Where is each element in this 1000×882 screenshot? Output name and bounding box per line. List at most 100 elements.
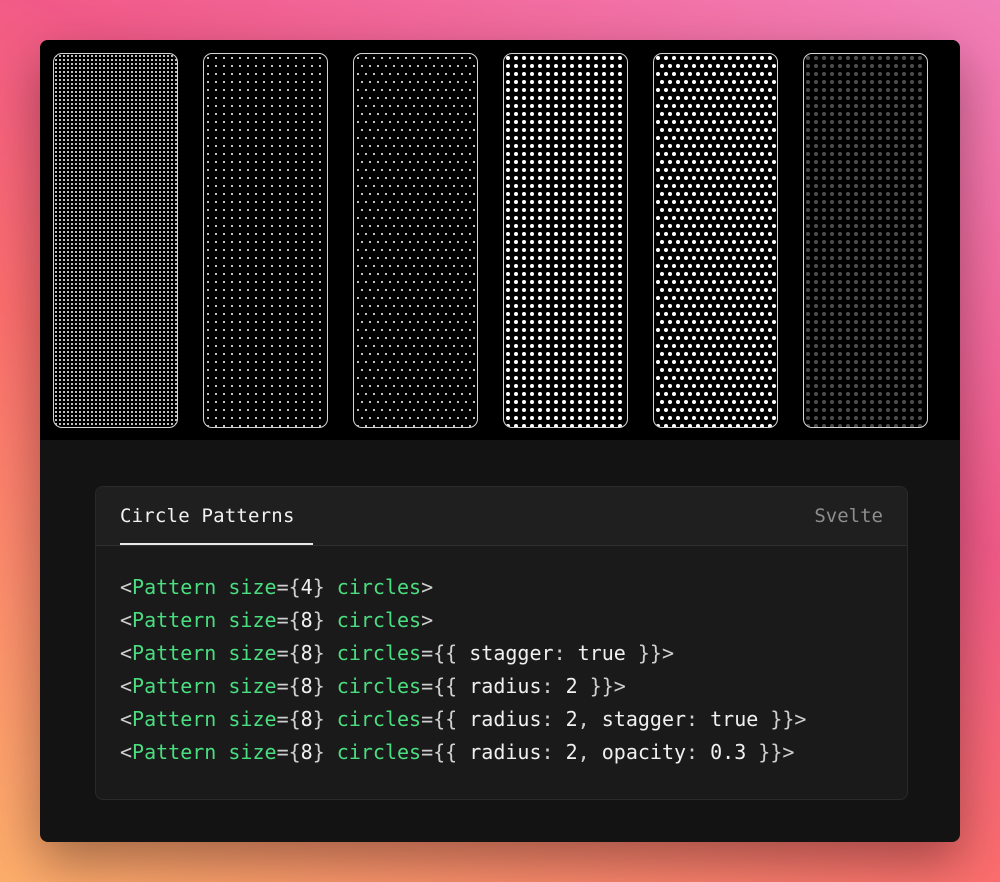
pattern-dot [319, 121, 321, 123]
pattern-dot [437, 73, 439, 75]
pattern-dot [107, 143, 109, 145]
pattern-dot [389, 313, 391, 315]
pattern-dot [119, 415, 121, 417]
pattern-dot [151, 227, 153, 229]
pattern-dot [554, 112, 558, 116]
pattern-dot [594, 72, 598, 76]
pattern-dot [135, 343, 137, 345]
pattern-dot [147, 159, 149, 161]
pattern-dot [55, 239, 57, 241]
pattern-dot [554, 80, 558, 84]
pattern-dot [87, 323, 89, 325]
pattern-dot [147, 307, 149, 309]
pattern-dot [562, 72, 566, 76]
pattern-dot [263, 121, 265, 123]
pattern-dot [127, 167, 129, 169]
pattern-dot [95, 355, 97, 357]
pattern-dot [83, 379, 85, 381]
pattern-dot [381, 89, 383, 91]
pattern-dot [79, 375, 81, 377]
pattern-dot [79, 267, 81, 269]
pattern-dot [602, 184, 606, 188]
pattern-dot [95, 291, 97, 293]
pattern-dot [449, 273, 451, 275]
pattern-dot [175, 335, 177, 337]
pattern-dot [111, 395, 113, 397]
pattern-dot [71, 407, 73, 409]
pattern-dot [159, 243, 161, 245]
pattern-dot [570, 304, 574, 308]
pattern-dot [429, 73, 431, 75]
pattern-dot [618, 80, 622, 84]
pattern-dot [135, 207, 137, 209]
pattern-dot [554, 328, 558, 332]
pattern-dot [445, 345, 447, 347]
pattern-dot [389, 137, 391, 139]
pattern-dot [135, 95, 137, 97]
pattern-dot [586, 248, 590, 252]
pattern-dot [67, 279, 69, 281]
pattern-dot [578, 112, 582, 116]
pattern-dot [449, 385, 451, 387]
pattern-dot [95, 319, 97, 321]
pattern-dot [127, 231, 129, 233]
pattern-dot [409, 417, 411, 419]
pattern-dot [453, 153, 455, 155]
pattern-dot [91, 379, 93, 381]
pattern-dot [151, 327, 153, 329]
pattern-dot [75, 115, 77, 117]
pattern-dot [303, 281, 305, 283]
pattern-dot [357, 281, 359, 283]
pattern-dot [75, 203, 77, 205]
pattern-dot [123, 215, 125, 217]
pattern-dot [295, 337, 297, 339]
pattern-dot [59, 343, 61, 345]
pattern-dot [303, 321, 305, 323]
pattern-dot [421, 169, 423, 171]
pattern-dot [87, 263, 89, 265]
pattern-dot [231, 417, 233, 419]
pattern-dot [55, 243, 57, 245]
pattern-dot [55, 295, 57, 297]
pattern-dot [385, 273, 387, 275]
pattern-dot [413, 89, 415, 91]
pattern-dot [79, 411, 81, 413]
pattern-dot [469, 361, 471, 363]
pattern-dot [562, 376, 566, 380]
pattern-dot [163, 143, 165, 145]
pattern-dot [55, 395, 57, 397]
pattern-dot [255, 265, 257, 267]
pattern-dot [303, 161, 305, 163]
pattern-dot [239, 409, 241, 411]
pattern-dot [381, 121, 383, 123]
pattern-dot [514, 232, 518, 236]
pattern-dot [55, 163, 57, 165]
pattern-dot [75, 399, 77, 401]
pattern-dot [319, 265, 321, 267]
pattern-dot [63, 311, 65, 313]
pattern-dot [79, 335, 81, 337]
pattern-dot [123, 247, 125, 249]
pattern-dot [83, 191, 85, 193]
pattern-dot [255, 65, 257, 67]
pattern-dot [554, 352, 558, 356]
pattern-dot [207, 233, 209, 235]
pattern-dot [67, 63, 69, 65]
pattern-dot [239, 337, 241, 339]
pattern-dot [131, 383, 133, 385]
pattern-dot [223, 121, 225, 123]
pattern-dot [401, 193, 403, 195]
pattern-dot [586, 304, 590, 308]
pattern-dot [127, 287, 129, 289]
pattern-dot [397, 105, 399, 107]
pattern-dot [99, 87, 101, 89]
pattern-dot [87, 159, 89, 161]
pattern-dot [401, 65, 403, 67]
pattern-dot [107, 159, 109, 161]
pattern-dot [538, 184, 542, 188]
pattern-dot [151, 299, 153, 301]
pattern-dot [91, 99, 93, 101]
pattern-dot [421, 153, 423, 155]
pattern-dot [79, 191, 81, 193]
pattern-dot [55, 339, 57, 341]
